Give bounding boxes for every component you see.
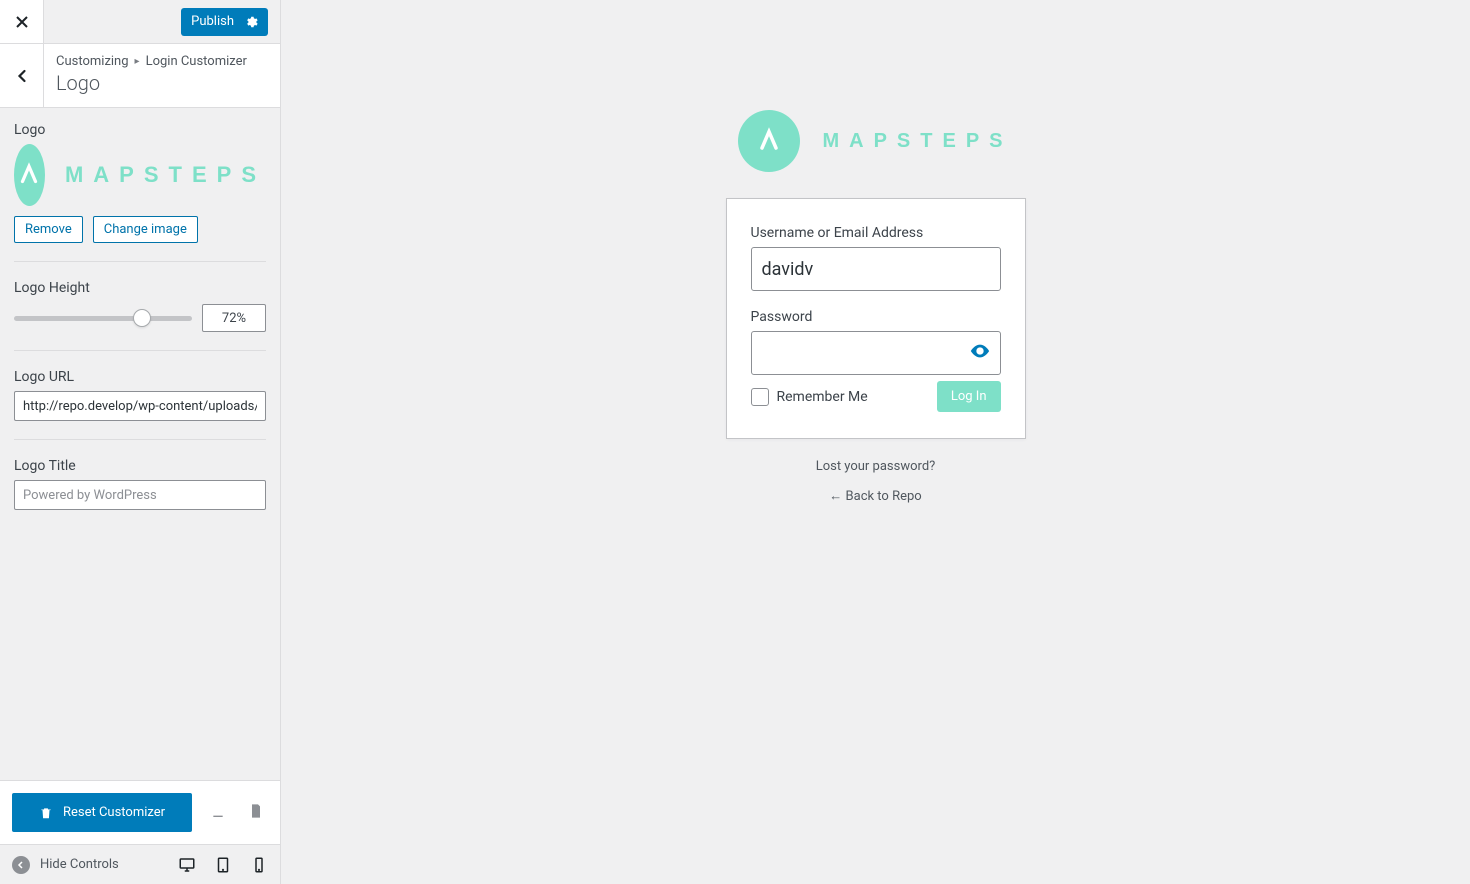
chevron-right-icon: ▸ [135, 56, 140, 67]
password-input[interactable] [751, 331, 1001, 375]
download-icon [210, 803, 226, 819]
trash-icon [39, 806, 53, 820]
hide-controls-label[interactable]: Hide Controls [40, 857, 119, 872]
logo-icon [14, 144, 45, 206]
customizer-topbar: Publish [0, 0, 280, 44]
reset-customizer-button[interactable]: Reset Customizer [12, 793, 192, 832]
login-logo[interactable]: MAPSTEPS [738, 110, 1012, 172]
tablet-icon[interactable] [214, 856, 232, 874]
username-label: Username or Email Address [751, 225, 1001, 241]
breadcrumb: Customizing ▸ Login Customizer [56, 54, 268, 69]
breadcrumb-root: Customizing [56, 54, 129, 69]
logo-height-value[interactable]: 72% [202, 304, 266, 332]
toggle-password-button[interactable] [969, 340, 991, 366]
gear-icon [244, 15, 258, 29]
publish-label: Publish [191, 14, 234, 29]
reset-label: Reset Customizer [63, 805, 165, 820]
remove-button[interactable]: Remove [14, 216, 83, 243]
divider [14, 439, 266, 440]
section-header: Customizing ▸ Login Customizer Logo [0, 44, 280, 108]
remember-label: Remember Me [777, 389, 868, 405]
slider-thumb[interactable] [133, 309, 151, 327]
logo-title-label: Logo Title [14, 458, 266, 474]
mobile-icon[interactable] [250, 856, 268, 874]
divider [14, 261, 266, 262]
eye-icon [969, 340, 991, 362]
collapse-icon[interactable] [12, 856, 30, 874]
customizer-sidebar: Publish Customizing ▸ Login Customizer L… [0, 0, 281, 884]
preview-pane: MAPSTEPS Username or Email Address Passw… [281, 0, 1470, 884]
device-switcher [178, 856, 268, 874]
lost-password-link[interactable]: Lost your password? [816, 459, 936, 474]
close-icon [15, 15, 29, 29]
chevron-left-icon [14, 68, 30, 84]
export-button[interactable] [244, 799, 268, 827]
desktop-icon[interactable] [178, 856, 196, 874]
login-form: Username or Email Address Password Remem… [726, 198, 1026, 439]
logo-height-label: Logo Height [14, 280, 266, 296]
logo-height-slider[interactable] [14, 309, 192, 327]
remember-me[interactable]: Remember Me [751, 388, 868, 406]
publish-button[interactable]: Publish [181, 8, 268, 36]
back-to-site-link[interactable]: ← Back to Repo [829, 488, 921, 504]
panel: Logo MAPSTEPS Remove Change image Logo H… [0, 108, 280, 780]
brand-text: MAPSTEPS [822, 130, 1012, 153]
reset-bar: Reset Customizer [0, 780, 280, 844]
change-image-button[interactable]: Change image [93, 216, 198, 243]
brand-text: MAPSTEPS [65, 162, 266, 188]
footer-bar: Hide Controls [0, 844, 280, 884]
divider [14, 350, 266, 351]
remember-checkbox[interactable] [751, 388, 769, 406]
logo-icon [738, 110, 800, 172]
close-button[interactable] [0, 0, 44, 43]
back-button[interactable] [0, 44, 44, 107]
logo-title-input[interactable] [14, 480, 266, 510]
username-input[interactable] [751, 247, 1001, 291]
import-button[interactable] [206, 799, 230, 827]
logo-url-label: Logo URL [14, 369, 266, 385]
section-title: Logo [56, 71, 268, 95]
password-label: Password [751, 309, 1001, 325]
logo-label: Logo [14, 122, 266, 138]
logo-url-input[interactable] [14, 391, 266, 421]
file-export-icon [248, 803, 264, 819]
breadcrumb-section: Login Customizer [146, 54, 247, 69]
logo-preview: MAPSTEPS [14, 144, 266, 206]
login-button[interactable]: Log In [937, 381, 1001, 412]
